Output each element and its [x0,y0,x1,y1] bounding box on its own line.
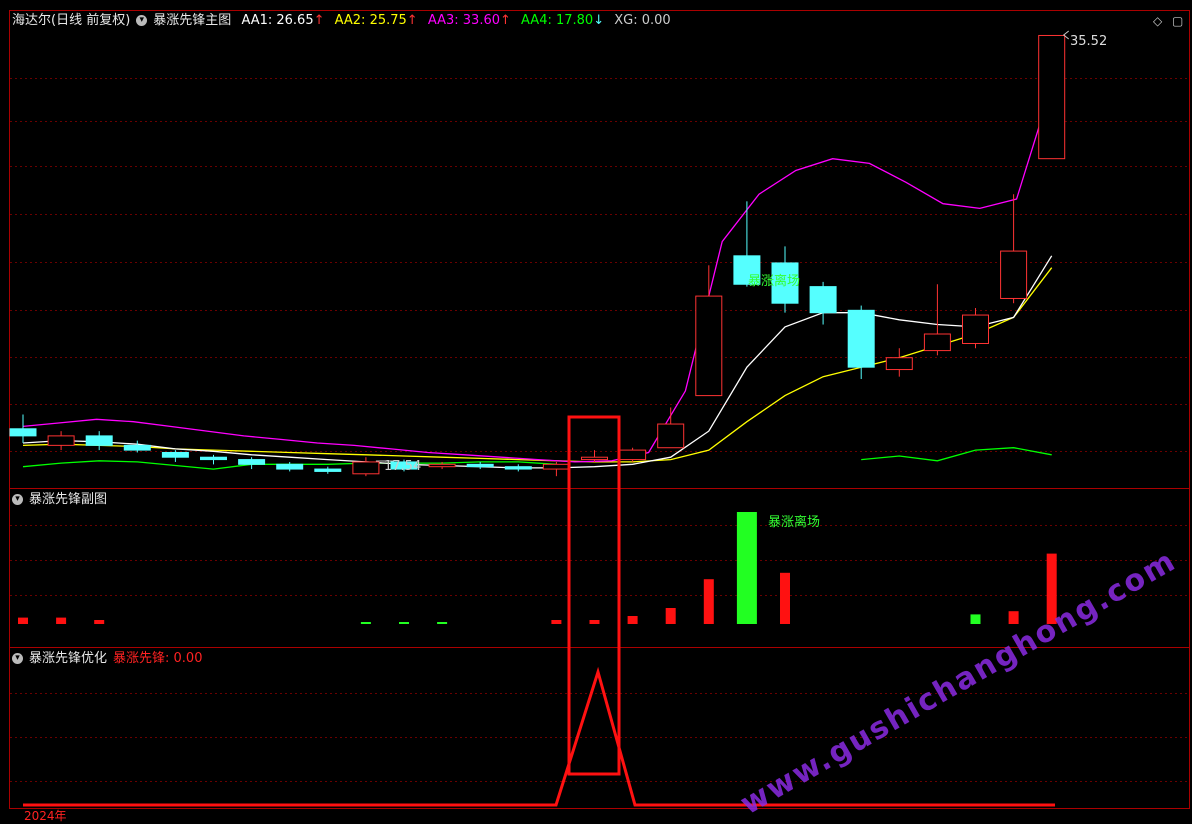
candle-body [809,286,837,314]
aa2-value: AA2: 25.75 [334,13,407,28]
candle-body [200,456,227,461]
outer-frame [9,10,1190,809]
candle-body [47,435,75,446]
candle-body [1038,34,1066,160]
candle-body [542,463,570,470]
high-price-label: 35.52 [1070,34,1108,49]
candle-body [923,333,951,352]
candle-body [581,456,608,461]
dropdown-circle-icon[interactable]: ▾ [12,653,23,664]
aa2-arrow-icon: ↑ [406,13,418,28]
sub-bar [437,622,448,624]
sub-bar [18,617,28,624]
dropdown-circle-icon[interactable]: ▾ [136,15,148,26]
candle-body [352,461,380,475]
candle-body [504,466,532,470]
candle-body [276,463,304,470]
sub-bar [627,616,638,624]
sub-bar [780,572,790,624]
diamond-icon[interactable]: ◇ [1153,14,1162,28]
sub-bar [970,614,981,624]
aa1-arrow-icon: ↑ [313,13,325,28]
sub-bar [56,617,67,624]
sub-bar [360,622,371,624]
aa3-arrow-icon: ↑ [500,13,511,28]
candle-body [466,463,494,468]
aa3-line [22,80,1055,463]
sub-bar [736,512,757,624]
candle-body [9,428,37,437]
stock-chart-stage: www.gushichanghong.com [9,10,1190,820]
sub-bar [399,622,409,624]
candle-body [885,357,913,371]
sub-bar [589,620,600,624]
xg-value: XG: 0.00 [614,13,671,28]
candle-body [657,423,685,449]
third-indicator-name[interactable]: 暴涨先锋优化 [29,651,107,666]
sub-bar [94,620,105,624]
main-header: 海达尔(日线 前复权) ▾ 暴涨先锋主图 AA1: 26.65↑ AA2: 25.7… [12,13,677,29]
sub-indicator-name[interactable]: 暴涨先锋副图 [29,492,107,507]
dropdown-circle-icon[interactable]: ▾ [12,494,23,505]
sub-bar [551,620,562,624]
low-price-label: 17.54 [384,459,422,474]
aa1-value: AA1: 26.65 [241,13,314,28]
candle-body [847,309,875,368]
third-indicator-value: 暴涨先锋: 0.00 [113,651,203,666]
aa4-line [861,447,1052,462]
aa4-arrow-icon: ↓ [593,13,605,28]
optimized-indicator-chart[interactable] [23,666,1055,807]
candle-body [619,449,647,461]
candle-body [1000,250,1028,299]
candle-body [123,444,151,451]
exit-signal-main: 暴涨离场 [748,274,801,289]
candle-body [161,451,189,458]
pane-borders [9,10,1190,809]
signal-line [23,666,1055,807]
sub-header: ▾ 暴涨先锋副图 [12,492,113,508]
sub-bar [1008,611,1019,624]
aa3-value: AA3: 33.60 [427,13,500,28]
third-header: ▾ 暴涨先锋优化 暴涨先锋: 0.00 [12,651,208,667]
year-label: 2024年 [24,809,67,823]
candle-body [428,463,456,468]
window-icon[interactable]: ▢ [1172,14,1183,28]
candle-body [314,468,342,472]
sub-bar [665,608,676,624]
candle-body [962,314,989,344]
stock-title[interactable]: 海达尔(日线 前复权) [12,13,130,28]
candle-body [238,459,266,465]
sub-bar [703,579,714,624]
exit-signal-sub: 暴涨离场 [768,515,821,530]
sub-indicator-chart[interactable] [18,512,1057,624]
candle-body [85,435,113,446]
main-price-chart[interactable] [9,30,1070,477]
aa4-value: AA4: 17.80 [521,13,594,28]
candle-body [695,295,723,397]
watermark: www.gushichanghong.com [735,543,1183,820]
main-indicator-name[interactable]: 暴涨先锋主图 [153,13,231,28]
watermark-text: www.gushichanghong.com [735,543,1183,820]
